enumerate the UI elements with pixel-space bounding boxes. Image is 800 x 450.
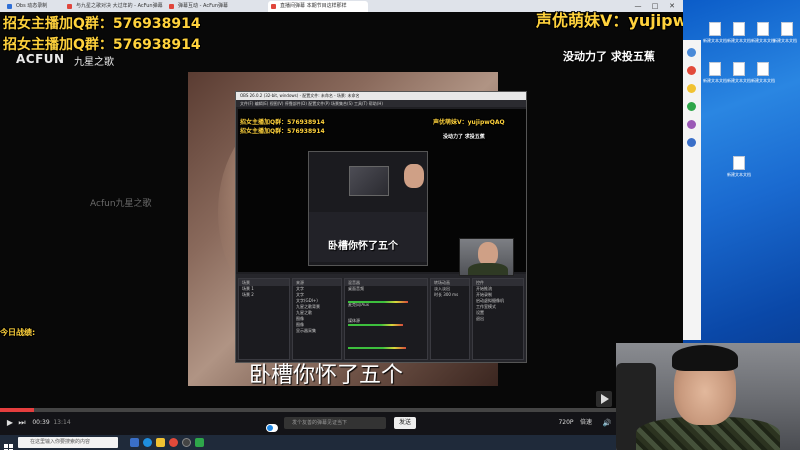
exit-button[interactable]: 退出 xyxy=(473,316,523,322)
chrome-icon[interactable] xyxy=(169,438,178,447)
acfun-logo-text: ACFUN xyxy=(16,52,65,66)
sidebar-app-icon[interactable] xyxy=(687,48,696,57)
mixer-channel-label: 桌面音频 xyxy=(348,286,364,291)
obs-controls-panel: 控件 开始推流 开始录制 启动虚拟摄像机 工作室模式 设置 退出 xyxy=(472,278,524,360)
browser-tab[interactable]: 弹幕互动 - AcFun弹幕 xyxy=(166,1,266,12)
desktop-file-icon[interactable] xyxy=(709,62,721,76)
obs-nested-cam xyxy=(404,164,424,188)
desktop-file-icon[interactable] xyxy=(709,22,721,36)
task-view-icon[interactable] xyxy=(130,438,139,447)
audio-meter xyxy=(348,324,403,326)
transition-duration[interactable]: 时长 300 ms xyxy=(431,292,469,298)
send-danmaku-button[interactable]: 发送 xyxy=(394,417,416,429)
tab-favicon-icon xyxy=(7,4,12,9)
streamer-webcam xyxy=(616,343,800,450)
edge-icon[interactable] xyxy=(143,438,152,447)
taskbar-search-input[interactable]: 在这里输入你要搜索的内容 xyxy=(18,437,118,448)
donate-request-text: 没动力了 求投五蕉 xyxy=(563,50,655,63)
browser-tab-active[interactable]: 直播间弹幕 本期节目这样那样 xyxy=(268,1,368,12)
tab-favicon-icon xyxy=(271,4,276,9)
play-button[interactable]: ▶ xyxy=(4,416,16,430)
scene-item[interactable]: 场景 2 xyxy=(239,292,289,298)
obs-window: OBS 26.0.2 (32-bit, windows) - 配置文件: 未命名… xyxy=(235,91,527,363)
obs-inner-qq-text: 招女主播加Q群：576938914 xyxy=(240,119,325,126)
obs-scenes-panel: 场景 场景 1 场景 2 xyxy=(238,278,290,360)
audio-meter xyxy=(348,347,406,349)
obs-dock: 场景 场景 1 场景 2 来源 文字 文字 文字(GDI+) 九星之歌背景 九星… xyxy=(236,274,526,362)
watermark: Acfun九星之歌 xyxy=(90,199,152,209)
app-icon[interactable] xyxy=(195,438,204,447)
qq-group-text: 招女主播加Q群：576938914 xyxy=(3,37,201,53)
danmaku-toggle-icon[interactable] xyxy=(266,418,278,432)
sidebar-app-icon[interactable] xyxy=(687,120,696,129)
windows-start-icon[interactable] xyxy=(4,438,13,450)
obs-inner-subtitle: 卧槽你怀了五个 xyxy=(328,241,398,252)
sidebar-app-icon[interactable] xyxy=(687,102,696,111)
panel-header: 混音器 xyxy=(345,279,427,286)
duration: 13:14 xyxy=(53,419,71,426)
player-controls: ▶ ⏭ 00:39 13:14 发个友善的弹幕见证当下 发送 720P 倍速 🔊 xyxy=(0,412,683,435)
sidebar-app-icon[interactable] xyxy=(687,84,696,93)
tab-favicon-icon xyxy=(67,4,72,9)
obs-nested-frame xyxy=(349,166,389,196)
volume-icon[interactable]: 🔊 xyxy=(601,416,613,430)
desktop-file-icon[interactable] xyxy=(781,22,793,36)
today-record-label: 今日战绩: xyxy=(0,328,36,337)
panel-header: 来源 xyxy=(293,279,341,286)
tab-favicon-icon xyxy=(169,4,174,9)
play-overlay-button[interactable] xyxy=(596,391,612,407)
desktop-file-icon[interactable] xyxy=(757,62,769,76)
browser-tab[interactable]: Obs 动态录制 xyxy=(4,1,62,12)
obs-sources-panel: 来源 文字 文字 文字(GDI+) 九星之歌背景 九星之歌 图像 图像 显示器采… xyxy=(292,278,342,360)
obs-menu-bar[interactable]: 文件(F) 编辑(E) 视图(V) 停靠部件(D) 配置文件(P) 场景集合(S… xyxy=(236,100,526,107)
quality-select[interactable]: 720P xyxy=(557,416,575,430)
sidebar-app-icon[interactable] xyxy=(687,66,696,75)
obs-inner-qq-text: 招女主播加Q群：576938914 xyxy=(240,128,325,135)
obs-title-bar: OBS 26.0.2 (32-bit, windows) - 配置文件: 未命名… xyxy=(236,92,526,100)
inner-webcam-preview xyxy=(459,238,514,276)
desktop-file-icon[interactable] xyxy=(733,62,745,76)
windows-taskbar: 在这里输入你要搜索的内容 xyxy=(0,435,683,450)
panel-header: 转场动画 xyxy=(431,279,469,286)
video-subtitle: 卧槽你怀了五个 xyxy=(249,363,404,388)
acfun-logo: ACFUN 九星之歌 xyxy=(16,52,136,68)
explorer-icon[interactable] xyxy=(156,438,165,447)
desktop-file-label: 新建文本文档 xyxy=(773,38,797,43)
sidebar-app-icon[interactable] xyxy=(687,138,696,147)
current-time: 00:39 xyxy=(32,419,50,426)
audio-meter xyxy=(348,301,408,303)
obs-inner-voice-text: 声优萌妹V：yujipwQAQ xyxy=(433,119,505,126)
panel-header: 控件 xyxy=(473,279,523,286)
obs-mixer-panel: 混音器 桌面音频 麦克风/Aux 媒体源 xyxy=(344,278,428,360)
desktop-file-icon[interactable] xyxy=(733,156,745,170)
play-icon xyxy=(601,394,609,404)
next-button[interactable]: ⏭ xyxy=(16,416,28,430)
desktop-file-icon[interactable] xyxy=(733,22,745,36)
browser-sidebar xyxy=(683,40,701,340)
browser-tab[interactable]: 与九星之歌对决 大过年的 - AcFun弹幕 xyxy=(64,1,164,12)
inner-webcam-body xyxy=(468,263,508,275)
desktop-file-label: 新建文本文档 xyxy=(727,172,751,177)
channel-name: 九星之歌 xyxy=(74,57,114,68)
panel-header: 场景 xyxy=(239,279,289,286)
source-item[interactable]: 显示器采集 xyxy=(293,328,341,334)
danmaku-input[interactable]: 发个友善的弹幕见证当下 xyxy=(284,417,386,429)
desktop-file-label: 新建文本文档 xyxy=(751,78,775,83)
obs-icon[interactable] xyxy=(182,438,191,447)
desktop-file-icon[interactable] xyxy=(757,22,769,36)
obs-transition-panel: 转场动画 淡入淡出 时长 300 ms xyxy=(430,278,470,360)
obs-inner-donate-text: 没动力了 求投五蕉 xyxy=(443,134,485,140)
speed-select[interactable]: 倍速 xyxy=(577,416,595,430)
webcam-hair xyxy=(672,345,738,371)
qq-group-text: 招女主播加Q群：576938914 xyxy=(3,16,201,32)
